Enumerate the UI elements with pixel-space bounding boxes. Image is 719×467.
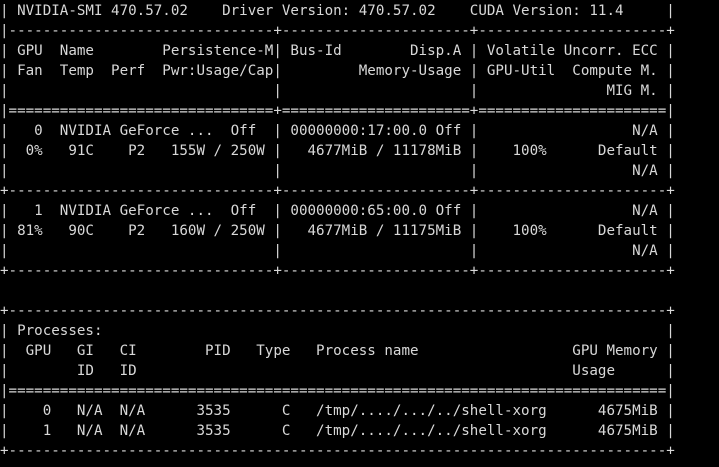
gpu-1-row: | 81% 90C P2 160W / 250W | 4677MiB / 111… bbox=[0, 223, 675, 239]
gpu-table-header-row: | | | MIG M. | bbox=[0, 83, 675, 99]
process-row: | 1 N/A N/A 3535 C /tmp/..../.../../shel… bbox=[0, 423, 675, 439]
gpu-table-header-row: | GPU Name Persistence-M| Bus-Id Disp.A … bbox=[0, 43, 675, 59]
table-separator: +---------------------------------------… bbox=[0, 443, 675, 459]
gpu-0-row: | | | N/A | bbox=[0, 163, 675, 179]
gpu-table-header-row: | Fan Temp Perf Pwr:Usage/Cap| Memory-Us… bbox=[0, 63, 675, 79]
gpu-1-row: | 1 NVIDIA GeForce ... Off | 00000000:65… bbox=[0, 203, 675, 219]
table-separator: |-------------------------------+-------… bbox=[0, 23, 675, 39]
processes-title: | Processes: | bbox=[0, 323, 675, 339]
gpu-1-row: | | | N/A | bbox=[0, 243, 675, 259]
gpu-0-row: | 0 NVIDIA GeForce ... Off | 00000000:17… bbox=[0, 123, 675, 139]
process-row: | 0 N/A N/A 3535 C /tmp/..../.../../shel… bbox=[0, 403, 675, 419]
table-separator: +---------------------------------------… bbox=[0, 303, 675, 319]
processes-header-row: | ID ID Usage | bbox=[0, 363, 675, 379]
table-separator: +-------------------------------+-------… bbox=[0, 263, 675, 279]
table-separator: |=======================================… bbox=[0, 383, 675, 399]
gpu-0-row: | 0% 91C P2 155W / 250W | 4677MiB / 1117… bbox=[0, 143, 675, 159]
header-version-line: | NVIDIA-SMI 470.57.02 Driver Version: 4… bbox=[0, 3, 675, 19]
table-separator: |===============================+=======… bbox=[0, 103, 675, 119]
table-separator: +-------------------------------+-------… bbox=[0, 183, 675, 199]
processes-header-row: | GPU GI CI PID Type Process name GPU Me… bbox=[0, 343, 675, 359]
terminal-window[interactable]: | NVIDIA-SMI 470.57.02 Driver Version: 4… bbox=[0, 0, 719, 467]
